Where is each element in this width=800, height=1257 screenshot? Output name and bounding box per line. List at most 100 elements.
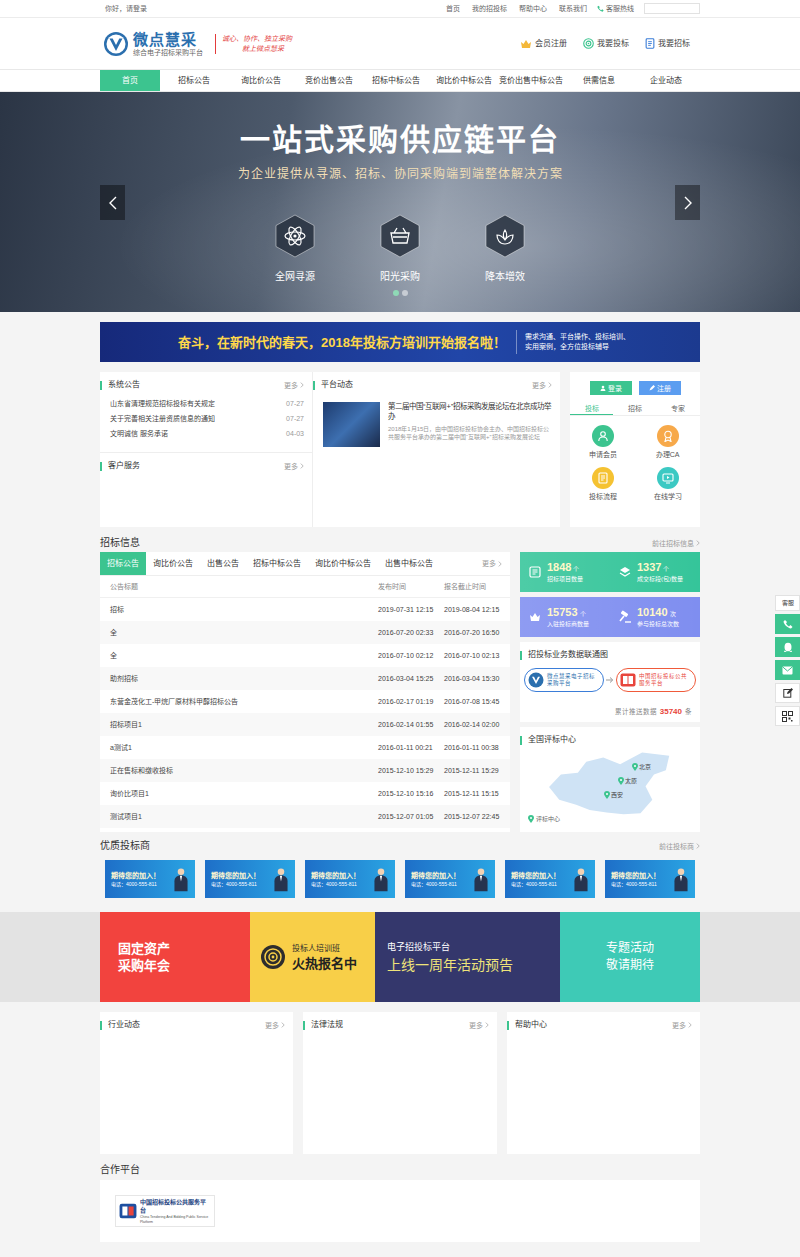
table-row[interactable]: 东营金茂化工-甲烷厂原材料甲醇招标公告2016-02-17 01:192016-… (100, 690, 510, 713)
nav-label[interactable]: 询比价公告 (241, 77, 281, 85)
action-label[interactable]: 我要投标 (597, 40, 629, 48)
account-tab[interactable]: 投标 (570, 402, 613, 415)
login-prompt[interactable]: 你好，请登录 (100, 5, 147, 12)
shortcut-label[interactable]: 申请会员 (589, 451, 617, 458)
more-link[interactable]: 更多 (284, 463, 304, 470)
nav-item[interactable]: 竞价出售公告 (295, 70, 363, 91)
prev-slide-button[interactable] (100, 185, 125, 220)
row-title[interactable]: 全 (100, 652, 378, 659)
bidder-card[interactable]: 期待您的加入！电话：4000-555-811 (105, 860, 195, 898)
bidder-link[interactable]: 前往投标商 (659, 843, 700, 850)
nav-label[interactable]: 竞价出售公告 (305, 77, 353, 85)
table-row[interactable]: 招标2019-07-31 12:152019-08-04 12:15 (100, 598, 510, 621)
bidder-card[interactable]: 期待您的加入！电话：4000-555-811 (405, 860, 495, 898)
more-link[interactable]: 更多 (672, 1022, 692, 1029)
more-label[interactable]: 更多 (532, 382, 546, 389)
logo[interactable]: 微点慧采 综合电子招标采购平台 (103, 31, 203, 57)
nav-label[interactable]: 首页 (122, 77, 138, 85)
more-link[interactable]: 更多 (469, 1022, 489, 1029)
notice-title[interactable]: 关于完善相关注册资质信息的通知 (110, 415, 215, 422)
training-banner[interactable]: 奋斗，在新时代的春天，2018年投标方培训开始报名啦！ 需求沟通、平台操作、投标… (100, 322, 700, 362)
float-button[interactable] (775, 614, 800, 634)
top-link[interactable]: 联系我们 (559, 5, 587, 12)
tab-label[interactable]: 专家 (671, 405, 685, 412)
nav-item[interactable]: 首页 (100, 70, 160, 91)
shortcut-item[interactable]: 申请会员 (570, 425, 635, 458)
tender-tab[interactable]: 出售中标公告 (378, 552, 440, 575)
notice-title[interactable]: 山东省清理规范招标投标有关规定 (110, 400, 215, 407)
nav-label[interactable]: 企业动态 (650, 77, 682, 85)
action-label[interactable]: 会员注册 (535, 40, 567, 48)
more-label[interactable]: 更多 (284, 382, 298, 389)
search-input[interactable] (644, 3, 700, 14)
more-label[interactable]: 更多 (265, 1022, 279, 1029)
tender-link[interactable]: 我要招标 (645, 38, 690, 49)
float-button[interactable] (775, 706, 800, 726)
slide-dot[interactable] (402, 290, 408, 296)
tender-tab[interactable]: 招标中标公告 (246, 552, 308, 575)
more-label[interactable]: 更多 (482, 560, 496, 567)
promo-tile[interactable]: 投标人培训班火热报名中 (250, 912, 375, 1002)
news-article[interactable]: 第二届中国“互联网+”招标采购发展论坛在北京成功举办2018年1月15日，由中国… (313, 394, 560, 447)
register-link[interactable]: 会员注册 (520, 39, 567, 49)
float-button[interactable] (775, 637, 800, 657)
row-title[interactable]: 测试项目1 (100, 813, 378, 820)
tab-label[interactable]: 招标中标公告 (253, 560, 301, 568)
table-row[interactable]: 招标项目12016-02-14 01:552016-02-14 02:00 (100, 713, 510, 736)
nav-label[interactable]: 供需信息 (583, 77, 615, 85)
row-title[interactable]: a测试1 (100, 744, 378, 751)
link-label[interactable]: 前往招标信息 (652, 540, 694, 547)
tab-label[interactable]: 招标 (628, 405, 642, 412)
nav-label[interactable]: 招标中标公告 (372, 77, 420, 85)
more-label[interactable]: 更多 (469, 1022, 483, 1029)
shortcut-item[interactable]: 在线学习 (635, 467, 700, 500)
table-row[interactable]: 测试项目12015-12-07 01:052015-12-07 22:45 (100, 805, 510, 828)
nav-item[interactable]: 招标公告 (160, 70, 228, 91)
action-label[interactable]: 我要招标 (658, 40, 690, 48)
tab-label[interactable]: 询比价中标公告 (315, 560, 371, 568)
notice-item[interactable]: 文明诚信 服务承诺04-03 (110, 426, 304, 441)
tender-tab[interactable]: 询比价公告 (146, 552, 200, 575)
more-link[interactable]: 更多 (265, 1022, 285, 1029)
row-title[interactable]: 招标 (100, 606, 378, 613)
link-label[interactable]: 前往投标商 (659, 843, 694, 850)
row-title[interactable]: 全 (100, 629, 378, 636)
table-row[interactable]: 正在售标和缴收投标2015-12-10 15:292015-12-11 15:2… (100, 759, 510, 782)
register-label[interactable]: 注册 (657, 385, 671, 392)
shortcut-item[interactable]: 投标流程 (570, 467, 635, 500)
shortcut-item[interactable]: 办理CA (635, 425, 700, 458)
map-pin[interactable]: 太原 (618, 777, 637, 785)
row-title[interactable]: 正在售标和缴收投标 (100, 767, 378, 774)
bidder-card[interactable]: 期待您的加入！电话：4000-555-811 (605, 860, 695, 898)
notice-item[interactable]: 山东省清理规范招标投标有关规定07-27 (110, 396, 304, 411)
table-row[interactable]: 助剂招标2016-03-04 15:252016-03-04 15:30 (100, 667, 510, 690)
top-link[interactable]: 首页 (446, 5, 460, 12)
account-tab[interactable]: 专家 (657, 402, 700, 415)
row-title[interactable]: 询价比项目1 (100, 790, 378, 797)
more-label[interactable]: 更多 (284, 463, 298, 470)
table-row[interactable]: a测试12016-01-11 00:212016-01-11 00:38 (100, 736, 510, 759)
top-link[interactable]: 帮助中心 (519, 5, 547, 12)
float-button[interactable] (775, 660, 800, 680)
bid-link[interactable]: 我要投标 (583, 38, 629, 49)
nav-item[interactable]: 企业动态 (633, 70, 701, 91)
account-tab[interactable]: 招标 (613, 402, 656, 415)
tender-tab[interactable]: 出售公告 (200, 552, 246, 575)
nav-item[interactable]: 询比价中标公告 (430, 70, 498, 91)
promo-tile[interactable]: 电子招投标平台上线一周年活动预告 (375, 912, 560, 1002)
row-title[interactable]: 助剂招标 (100, 675, 378, 682)
nav-item[interactable]: 竞价出售中标公告 (498, 70, 566, 91)
more-link[interactable]: 更多 (284, 382, 304, 389)
tender-tab[interactable]: 招标公告 (100, 552, 146, 575)
tender-tab[interactable]: 询比价中标公告 (308, 552, 378, 575)
nav-label[interactable]: 竞价出售中标公告 (499, 77, 563, 85)
hotline[interactable]: 客服热线 (597, 5, 634, 12)
tab-label[interactable]: 投标 (585, 405, 599, 412)
partner-logo[interactable]: 中国招标投标公共服务平台China Tendering And Bidding … (115, 1195, 215, 1227)
tender-link[interactable]: 前往招标信息 (652, 540, 700, 547)
nav-item[interactable]: 询比价公告 (228, 70, 296, 91)
float-button[interactable] (775, 683, 800, 703)
top-link[interactable]: 我的招投标 (472, 5, 507, 12)
notice-title[interactable]: 文明诚信 服务承诺 (110, 430, 168, 437)
bidder-card[interactable]: 期待您的加入！电话：4000-555-811 (305, 860, 395, 898)
